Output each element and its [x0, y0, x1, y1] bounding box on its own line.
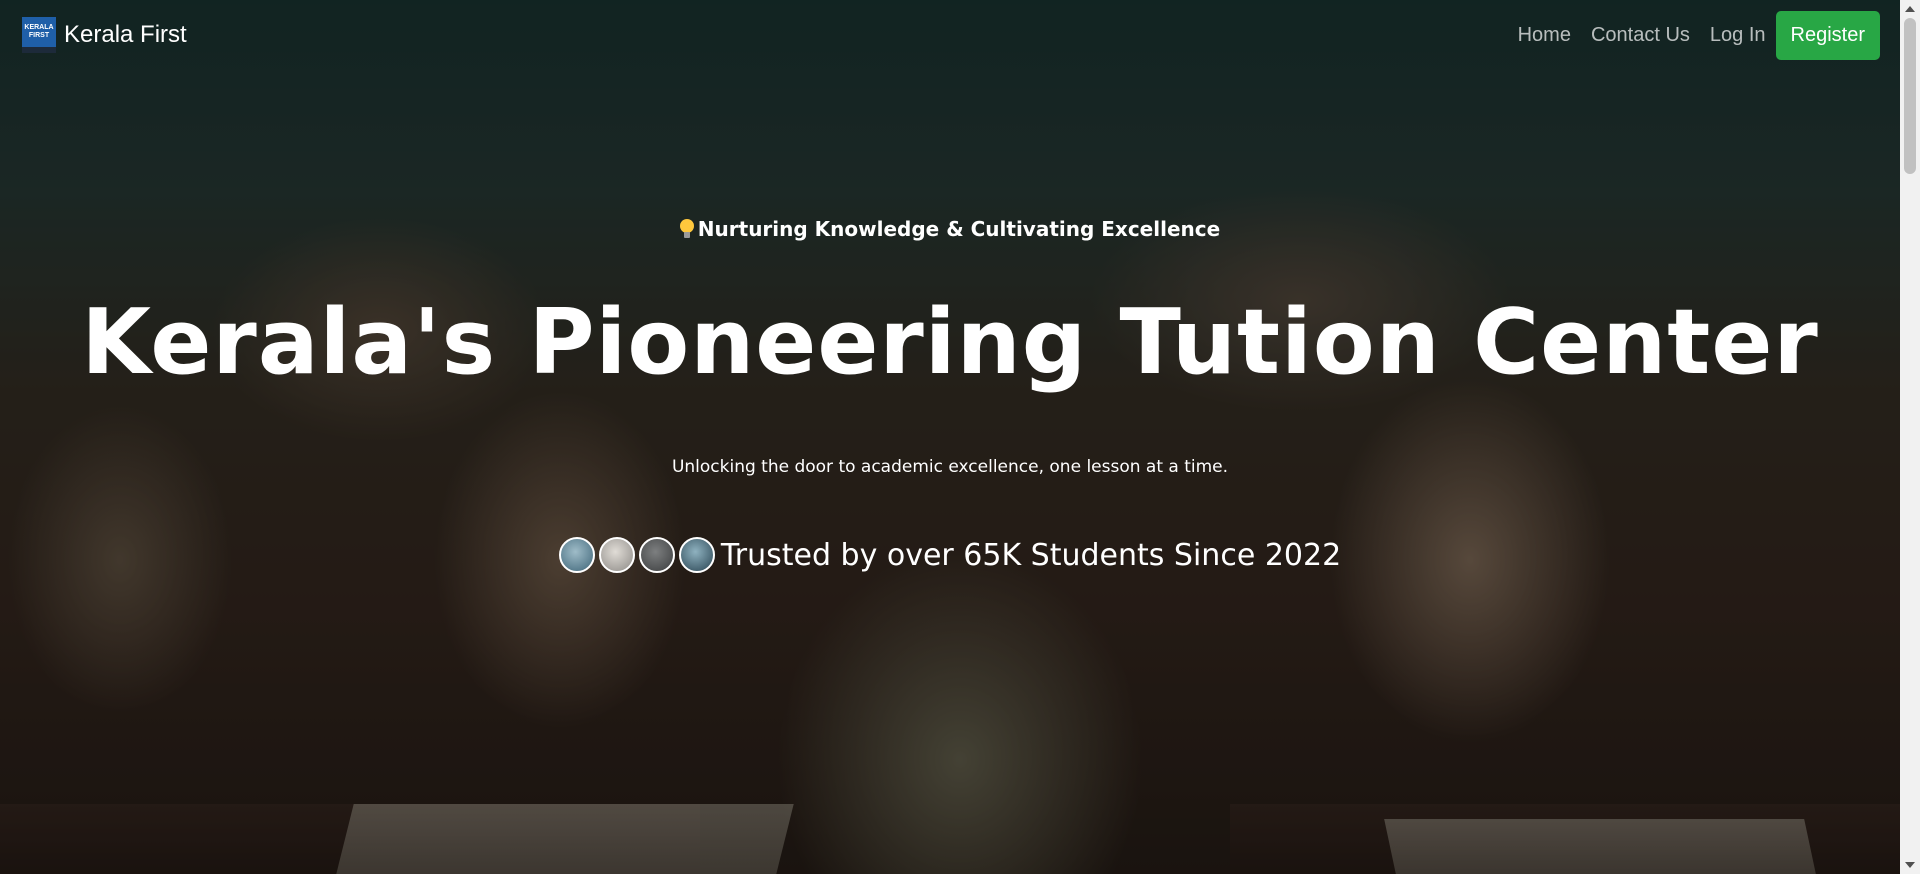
register-button[interactable]: Register	[1775, 10, 1880, 60]
avatar	[598, 537, 635, 573]
brand-logo: KERALA FIRST	[22, 17, 56, 53]
brand-link[interactable]: KERALA FIRST Kerala First	[22, 17, 187, 53]
hero-headline: Kerala's Pioneering Tution Center	[81, 290, 1819, 395]
avatar	[638, 537, 675, 573]
book-decoration	[1384, 819, 1816, 874]
book-decoration	[336, 804, 794, 874]
nav-links: Home Contact Us Log In Register	[1508, 10, 1880, 60]
hero-tagline: Nurturing Knowledge & Cultivating Excell…	[0, 217, 1900, 241]
nav-link-log-in[interactable]: Log In	[1700, 24, 1776, 47]
scroll-up-arrow-icon[interactable]	[1905, 6, 1915, 12]
avatar	[558, 537, 595, 573]
nav-link-contact-us[interactable]: Contact Us	[1581, 24, 1700, 47]
landing-page: KERALA FIRST Kerala First Home Contact U…	[0, 0, 1920, 874]
student-avatars	[558, 537, 719, 573]
trust-row: Trusted by over 65K Students Since 2022	[0, 537, 1900, 573]
scroll-down-arrow-icon[interactable]	[1905, 862, 1915, 868]
logo-text-line2: FIRST	[28, 32, 50, 39]
desk-decoration	[0, 804, 700, 874]
scroll-thumb[interactable]	[1904, 18, 1916, 174]
desk-decoration	[1230, 804, 1900, 874]
nav-link-home[interactable]: Home	[1508, 24, 1581, 47]
hero-background-image	[0, 0, 1900, 874]
tagline-text: Nurturing Knowledge & Cultivating Excell…	[697, 217, 1221, 241]
avatar	[678, 537, 715, 573]
trust-text: Trusted by over 65K Students Since 2022	[720, 537, 1342, 573]
page-scrollbar[interactable]	[1900, 0, 1920, 874]
lightbulb-icon	[679, 219, 694, 239]
brand-name: Kerala First	[64, 21, 187, 48]
navbar: KERALA FIRST Kerala First Home Contact U…	[0, 0, 1900, 70]
logo-text-line1: KERALA	[24, 24, 54, 31]
hero-subtitle: Unlocking the door to academic excellenc…	[671, 457, 1229, 477]
